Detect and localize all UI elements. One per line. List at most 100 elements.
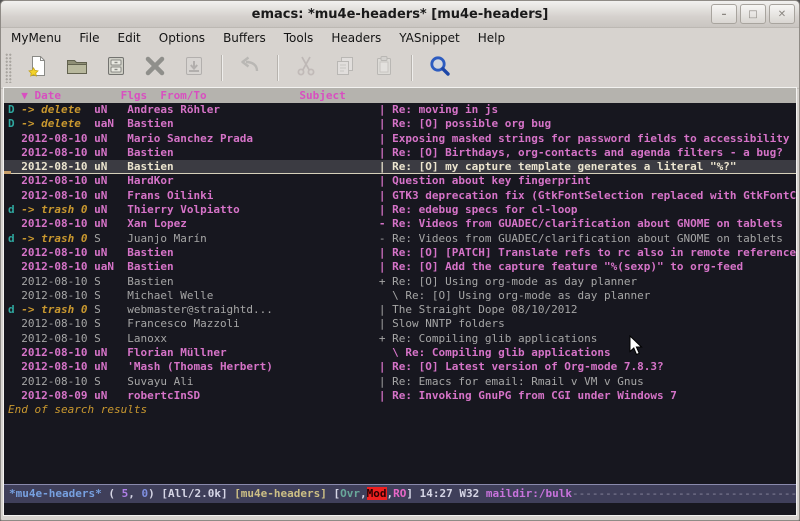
message-row[interactable]: 2012-08-10 uN Bastien | Re: [O] Birthday… [8,146,796,160]
message-fields: uN Xan Lopez - Re: Videos from GUADEC/cl… [94,217,783,230]
message-date: 2012-08-09 [21,389,94,402]
window-titlebar[interactable]: emacs: *mu4e-headers* [mu4e-headers] – □… [1,1,799,28]
message-date: 2012-08-10 [21,217,94,230]
message-row[interactable]: 2012-08-10 S Lanoxx + Re: Compiling glib… [8,332,796,346]
menu-help[interactable]: Help [478,31,505,45]
message-date: 2012-08-10 [21,360,94,373]
message-row[interactable]: 2012-08-10 uN Bastien | Re: [O] [PATCH] … [8,246,796,260]
message-row[interactable]: 2012-08-10 S Bastien + Re: [O] Using org… [8,275,796,289]
message-date: 2012-08-10 [21,346,94,359]
window-title: emacs: *mu4e-headers* [mu4e-headers] [1,7,799,22]
menu-bar: MyMenu File Edit Options Buffers Tools Headers… [1,28,799,48]
message-row[interactable]: D -> delete uaN Bastien | Re: [O] possib… [8,117,796,131]
delete-button[interactable] [140,53,170,83]
mode-line-segment: [ [327,487,340,500]
tool-bar [1,48,799,89]
message-fields: S Suvayu Ali | Re: Emacs for email: Rmai… [94,375,644,388]
mark-char [8,360,21,373]
message-row[interactable]: 2012-08-09 uN robertcInSD | Re: Invoking… [8,389,796,403]
message-row[interactable]: d -> trash 0 S Juanjo Marín - Re: Videos… [8,232,796,246]
message-date: 2012-08-10 [21,132,94,145]
copy-button[interactable] [330,53,360,83]
new-file-icon [26,54,50,82]
message-fields: S Lanoxx + Re: Compiling glib applicatio… [94,332,597,345]
message-row[interactable]: 2012-08-10 uN Bastien | Re: [O] my captu… [4,160,796,174]
message-row[interactable]: 2012-08-10 uaN Bastien | Re: [O] Add the… [8,260,796,274]
message-row[interactable]: 2012-08-10 S Suvayu Ali | Re: Emacs for … [8,375,796,389]
message-row[interactable]: 2012-08-10 uN Florian Müllner \ Re: Comp… [8,346,796,360]
message-fields: uN Thierry Volpiatto | Re: edebug specs … [94,203,577,216]
echo-area[interactable] [4,503,796,515]
menu-options[interactable]: Options [159,31,205,45]
message-date: 2012-08-10 [21,189,94,202]
paste-clipboard-icon [372,54,396,82]
message-fields: uN Bastien | Re: [O] my capture template… [94,160,736,173]
paste-button[interactable] [369,53,399,83]
mark-char [8,317,21,330]
message-date: 2012-08-10 [21,174,94,187]
search-button[interactable] [425,53,455,83]
new-file-button[interactable] [23,53,53,83]
mode-line-segment: ] 14:27 W32 [406,487,485,500]
message-fields: uN Mario Sanchez Prada | Exposing masked… [94,132,789,145]
message-date: 2012-08-10 [21,260,94,273]
message-row[interactable]: 2012-08-10 S Francesco Mazzoli | Slow NN… [8,317,796,331]
end-of-search-results: End of search results [8,403,796,417]
save-down-button[interactable] [179,53,209,83]
toolbar-separator [277,55,279,81]
cut-scissors-icon [294,54,318,82]
copy-icon [333,54,357,82]
mark-char: D [8,103,21,116]
minimize-button[interactable]: – [711,4,737,24]
message-date: 2012-08-10 [21,160,94,173]
emacs-window: emacs: *mu4e-headers* [mu4e-headers] – □… [0,0,800,521]
message-row[interactable]: 2012-08-10 uN Frans Oilinki | GTK3 depre… [8,189,796,203]
message-row[interactable]: 2012-08-10 uN HardKor | Question about k… [8,174,796,188]
undo-icon [238,54,262,82]
mark-char [8,260,21,273]
maximize-button[interactable]: □ [740,4,766,24]
message-row[interactable]: 2012-08-10 uN Mario Sanchez Prada | Expo… [8,132,796,146]
menu-yasnippet[interactable]: YASnippet [399,31,460,45]
toolbar-separator [411,55,413,81]
mark-char [8,346,21,359]
menu-buffers[interactable]: Buffers [223,31,266,45]
toolbar-drag-handle[interactable] [5,53,12,83]
menu-tools[interactable]: Tools [284,31,314,45]
mark-target: -> trash 0 [21,203,94,216]
save-archive-button[interactable] [101,53,131,83]
message-date: 2012-08-10 [21,146,94,159]
delete-x-icon [143,54,167,82]
message-row[interactable]: 2012-08-10 uN 'Mash (Thomas Herbert) | R… [8,360,796,374]
menu-edit[interactable]: Edit [118,31,141,45]
mode-line-segment: maildir:/bulk [486,487,572,500]
menu-mymenu[interactable]: MyMenu [11,31,61,45]
message-fields: uN Bastien | Re: [O] [PATCH] Translate r… [94,246,796,259]
cut-button[interactable] [291,53,321,83]
mode-line-segment: ----------------------------------------… [572,487,796,500]
message-date: 2012-08-10 [21,332,94,345]
message-fields: S Juanjo Marín - Re: Videos from GUADEC/… [94,232,783,245]
message-row[interactable]: 2012-08-10 S Michael Welle \ Re: [O] Usi… [8,289,796,303]
menu-file[interactable]: File [79,31,99,45]
message-fields: uN Frans Oilinki | GTK3 deprecation fix … [94,189,796,202]
message-row[interactable]: D -> delete uN Andreas Röhler | Re: movi… [8,103,796,117]
mouse-cursor [629,335,643,356]
emacs-frame: ▼ Date Flgs From/To Subject D -> delete … [3,87,797,516]
open-folder-button[interactable] [62,53,92,83]
message-row[interactable]: d -> trash 0 uN Thierry Volpiatto | Re: … [8,203,796,217]
mode-line-segment: ( [102,487,122,500]
mark-char: d [8,232,21,245]
message-row[interactable]: 2012-08-10 uN Xan Lopez - Re: Videos fro… [8,217,796,231]
mode-line-segment: Mod [367,487,387,500]
mark-target: -> delete [21,117,94,130]
mark-char [8,132,21,145]
message-fields: uN Andreas Röhler | Re: moving in js [94,103,498,116]
mode-line-segment: Ovr [340,487,360,500]
undo-button[interactable] [235,53,265,83]
mode-line[interactable]: *mu4e-headers* ( 5, 0) [All/2.0k] [mu4e-… [4,484,796,503]
close-button[interactable]: ✕ [769,4,795,24]
menu-headers[interactable]: Headers [331,31,381,45]
message-date: 2012-08-10 [21,375,94,388]
message-row[interactable]: d -> trash 0 S webmaster@straightd... | … [8,303,796,317]
